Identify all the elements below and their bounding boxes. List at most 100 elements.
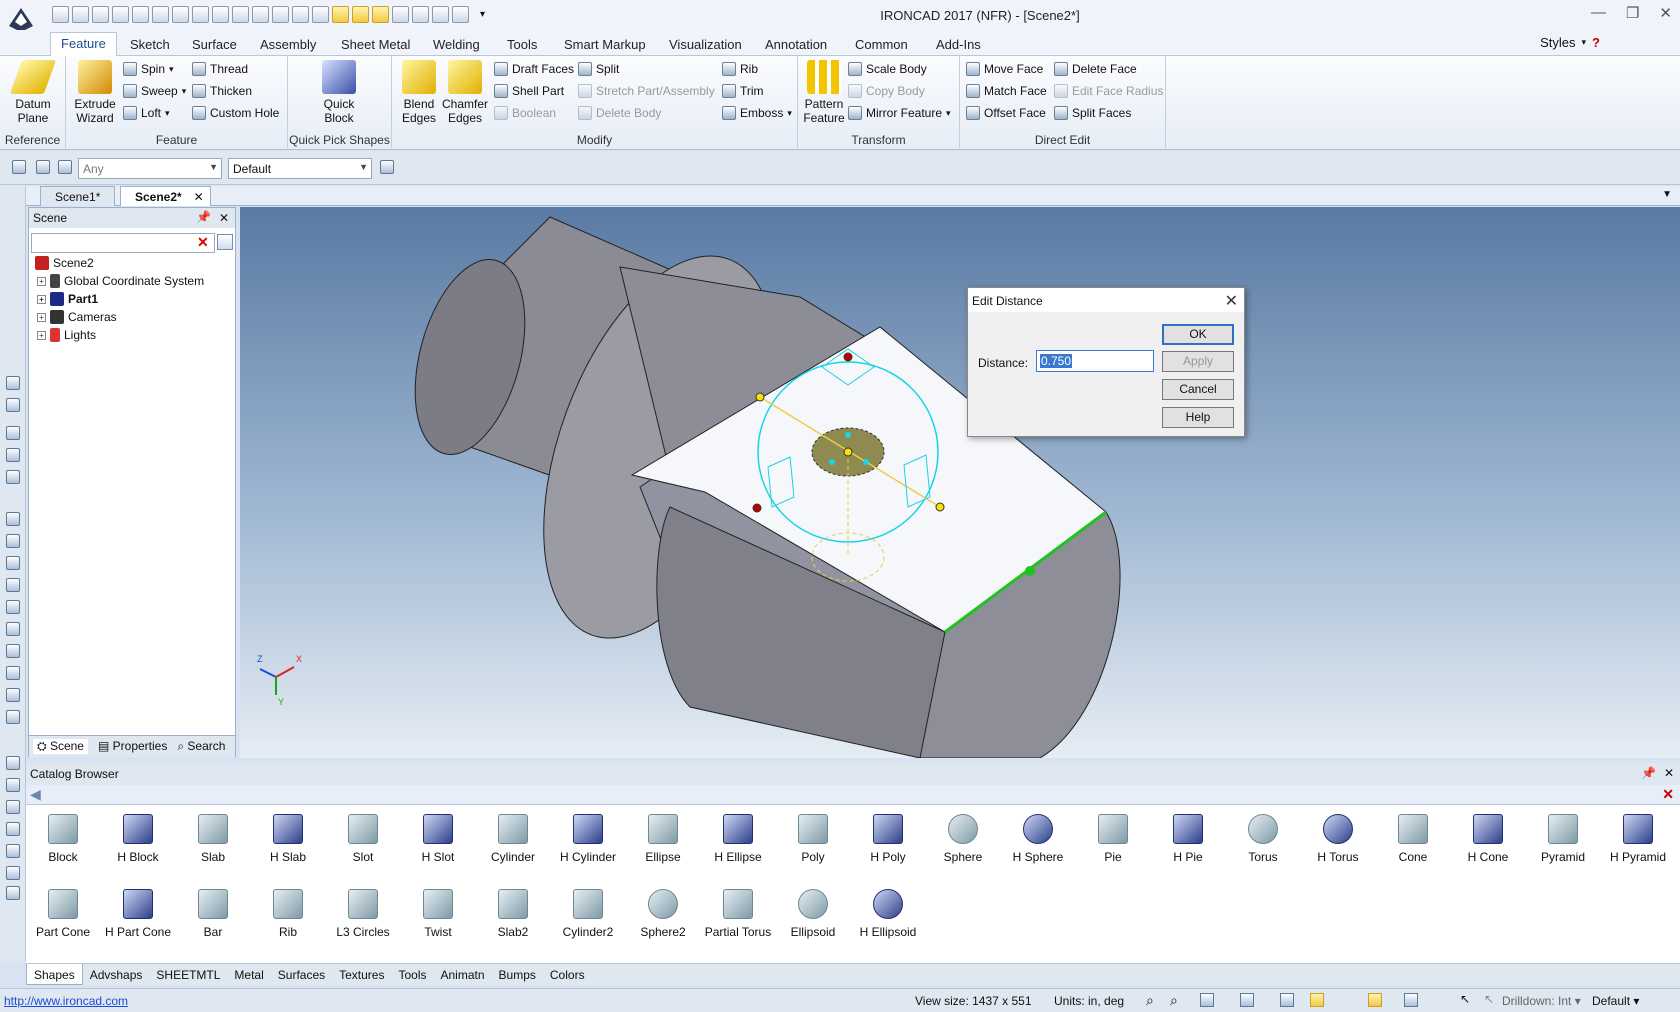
catalog-item[interactable]: H Pie (1151, 810, 1225, 864)
shape-tool-icon[interactable] (6, 622, 20, 636)
shape-tool-icon[interactable] (6, 534, 20, 548)
website-link[interactable]: http://www.ironcad.com (4, 994, 128, 1008)
display-mode-icon[interactable] (1368, 993, 1382, 1007)
delete-face-button[interactable]: Delete Face (1054, 62, 1137, 76)
catalog-item[interactable]: Pie (1076, 810, 1150, 864)
shape-tool-icon[interactable] (6, 644, 20, 658)
sketch-tool-icon[interactable] (6, 822, 20, 836)
pin-icon[interactable]: 📌 (1641, 766, 1656, 780)
thread-button[interactable]: Thread (192, 62, 248, 76)
zoom-icon[interactable]: ⌕ (1146, 992, 1154, 1009)
tab-common[interactable]: Common (845, 34, 918, 55)
catalog-item[interactable]: Twist (401, 885, 475, 939)
catalog-item[interactable]: Partial Torus (701, 885, 775, 939)
catalog-item[interactable]: Block (26, 810, 100, 864)
tab-smart-markup[interactable]: Smart Markup (554, 34, 656, 55)
catalog-item[interactable]: Ellipse (626, 810, 700, 864)
shape-tool-icon[interactable] (6, 710, 20, 724)
hierarchy-icon[interactable] (380, 160, 394, 174)
catalog-item[interactable]: H Part Cone (101, 885, 175, 939)
shape-tool-icon[interactable] (6, 556, 20, 570)
select-arrow-icon[interactable]: ↖ (1460, 992, 1470, 1006)
loft-button[interactable]: Loft ▾ (123, 106, 170, 120)
pointer-icon[interactable] (12, 160, 26, 174)
catalog-item[interactable]: Pyramid (1526, 810, 1600, 864)
catalog-tab-shapes[interactable]: Shapes (26, 964, 83, 985)
split-button[interactable]: Split (578, 62, 619, 76)
tab-assembly[interactable]: Assembly (250, 34, 326, 55)
camera-icon[interactable] (1280, 993, 1294, 1007)
sweep-button[interactable]: Sweep ▾ (123, 84, 186, 98)
tab-tools[interactable]: Tools (497, 34, 547, 55)
quick-block-button[interactable]: Quick Block (314, 60, 364, 125)
catalog-item[interactable]: Slot (326, 810, 400, 864)
sketch-tool-icon[interactable] (6, 800, 20, 814)
tab-visualization[interactable]: Visualization (659, 34, 752, 55)
catalog-item[interactable]: H Poly (851, 810, 925, 864)
render-icon[interactable] (1240, 993, 1254, 1007)
shape-tool-icon[interactable] (6, 578, 20, 592)
tree-item-part1[interactable]: + Part1 (37, 292, 98, 306)
catalog-tab-advshaps[interactable]: Advshaps (83, 964, 150, 985)
catalog-item[interactable]: H Ellipsoid (851, 885, 925, 939)
style-dropdown[interactable]: Default ▼ (228, 158, 372, 179)
rib-button[interactable]: Rib (722, 62, 758, 76)
scale-body-button[interactable]: Scale Body (848, 62, 927, 76)
snap-icon[interactable] (1310, 993, 1324, 1007)
shape-tool-icon[interactable] (6, 688, 20, 702)
expand-icon[interactable]: + (37, 330, 46, 340)
shading-icon[interactable] (1404, 993, 1418, 1007)
close-catalog-icon[interactable]: ✕ (1662, 786, 1674, 803)
tab-sketch[interactable]: Sketch (120, 34, 180, 55)
catalog-tab-surfaces[interactable]: Surfaces (271, 964, 332, 985)
tab-sheet-metal[interactable]: Sheet Metal (331, 34, 420, 55)
part-model[interactable] (240, 207, 1680, 758)
boolean-button[interactable]: Boolean (494, 106, 556, 120)
minimize-icon[interactable]: — (1591, 4, 1606, 22)
catalog-item[interactable]: H Cylinder (551, 810, 625, 864)
tab-scene[interactable]: ⛭ Scene (33, 739, 88, 754)
sketch-tool-icon[interactable] (6, 844, 20, 858)
emboss-button[interactable]: Emboss ▾ (722, 106, 792, 120)
tree-item-cameras[interactable]: + Cameras (37, 310, 117, 324)
trim-button[interactable]: Trim (722, 84, 764, 98)
catalog-item[interactable]: Part Cone (26, 885, 100, 939)
custom-hole-button[interactable]: Custom Hole (192, 106, 279, 120)
catalog-tab-tools[interactable]: Tools (391, 964, 433, 985)
expand-icon[interactable]: + (37, 312, 46, 322)
drilldown-dropdown[interactable]: Drilldown: Int ▾ (1502, 994, 1581, 1008)
catalog-item[interactable]: Torus (1226, 810, 1300, 864)
tab-feature[interactable]: Feature (50, 32, 117, 57)
catalog-item[interactable]: H Torus (1301, 810, 1375, 864)
tab-properties[interactable]: ▤ Properties (98, 739, 167, 754)
sketch-tool-icon[interactable] (6, 866, 20, 880)
tab-add-ins[interactable]: Add-Ins (926, 34, 991, 55)
view-tool-icon[interactable] (6, 448, 20, 462)
help-circle-icon[interactable]: ? (1592, 35, 1600, 50)
catalog-item[interactable]: Poly (776, 810, 850, 864)
tree-item-scene2[interactable]: Scene2 (35, 256, 94, 270)
delete-body-button[interactable]: Delete Body (578, 106, 661, 120)
catalog-item[interactable]: Sphere (926, 810, 1000, 864)
catalog-item[interactable]: Ellipsoid (776, 885, 850, 939)
distance-input[interactable]: 0.750 (1036, 350, 1154, 372)
style-status-dropdown[interactable]: Default ▾ (1592, 994, 1639, 1008)
move-face-button[interactable]: Move Face (966, 62, 1043, 76)
catalog-tab-textures[interactable]: Textures (332, 964, 391, 985)
edit-face-radius-button[interactable]: Edit Face Radius (1054, 84, 1163, 98)
tab-welding[interactable]: Welding (423, 34, 490, 55)
styles-menu[interactable]: Styles ▾ ? (1540, 35, 1600, 50)
expand-icon[interactable]: + (37, 276, 46, 286)
pointer-icon[interactable]: ↖ (1484, 992, 1494, 1006)
close-icon[interactable]: ✕ (1225, 291, 1238, 311)
catalog-item[interactable]: H Slot (401, 810, 475, 864)
split-faces-button[interactable]: Split Faces (1054, 106, 1131, 120)
spin-button[interactable]: Spin ▾ (123, 62, 174, 76)
ok-button[interactable]: OK (1162, 324, 1234, 345)
close-icon[interactable]: ✕ (1664, 766, 1674, 780)
tree-item-lights[interactable]: + Lights (37, 328, 96, 342)
selection-filter-dropdown[interactable]: Any ▼ (78, 158, 222, 179)
doc-tab-scene2[interactable]: Scene2* ✕ (120, 186, 211, 206)
thicken-button[interactable]: Thicken (192, 84, 252, 98)
restore-icon[interactable]: ❐ (1626, 4, 1639, 22)
